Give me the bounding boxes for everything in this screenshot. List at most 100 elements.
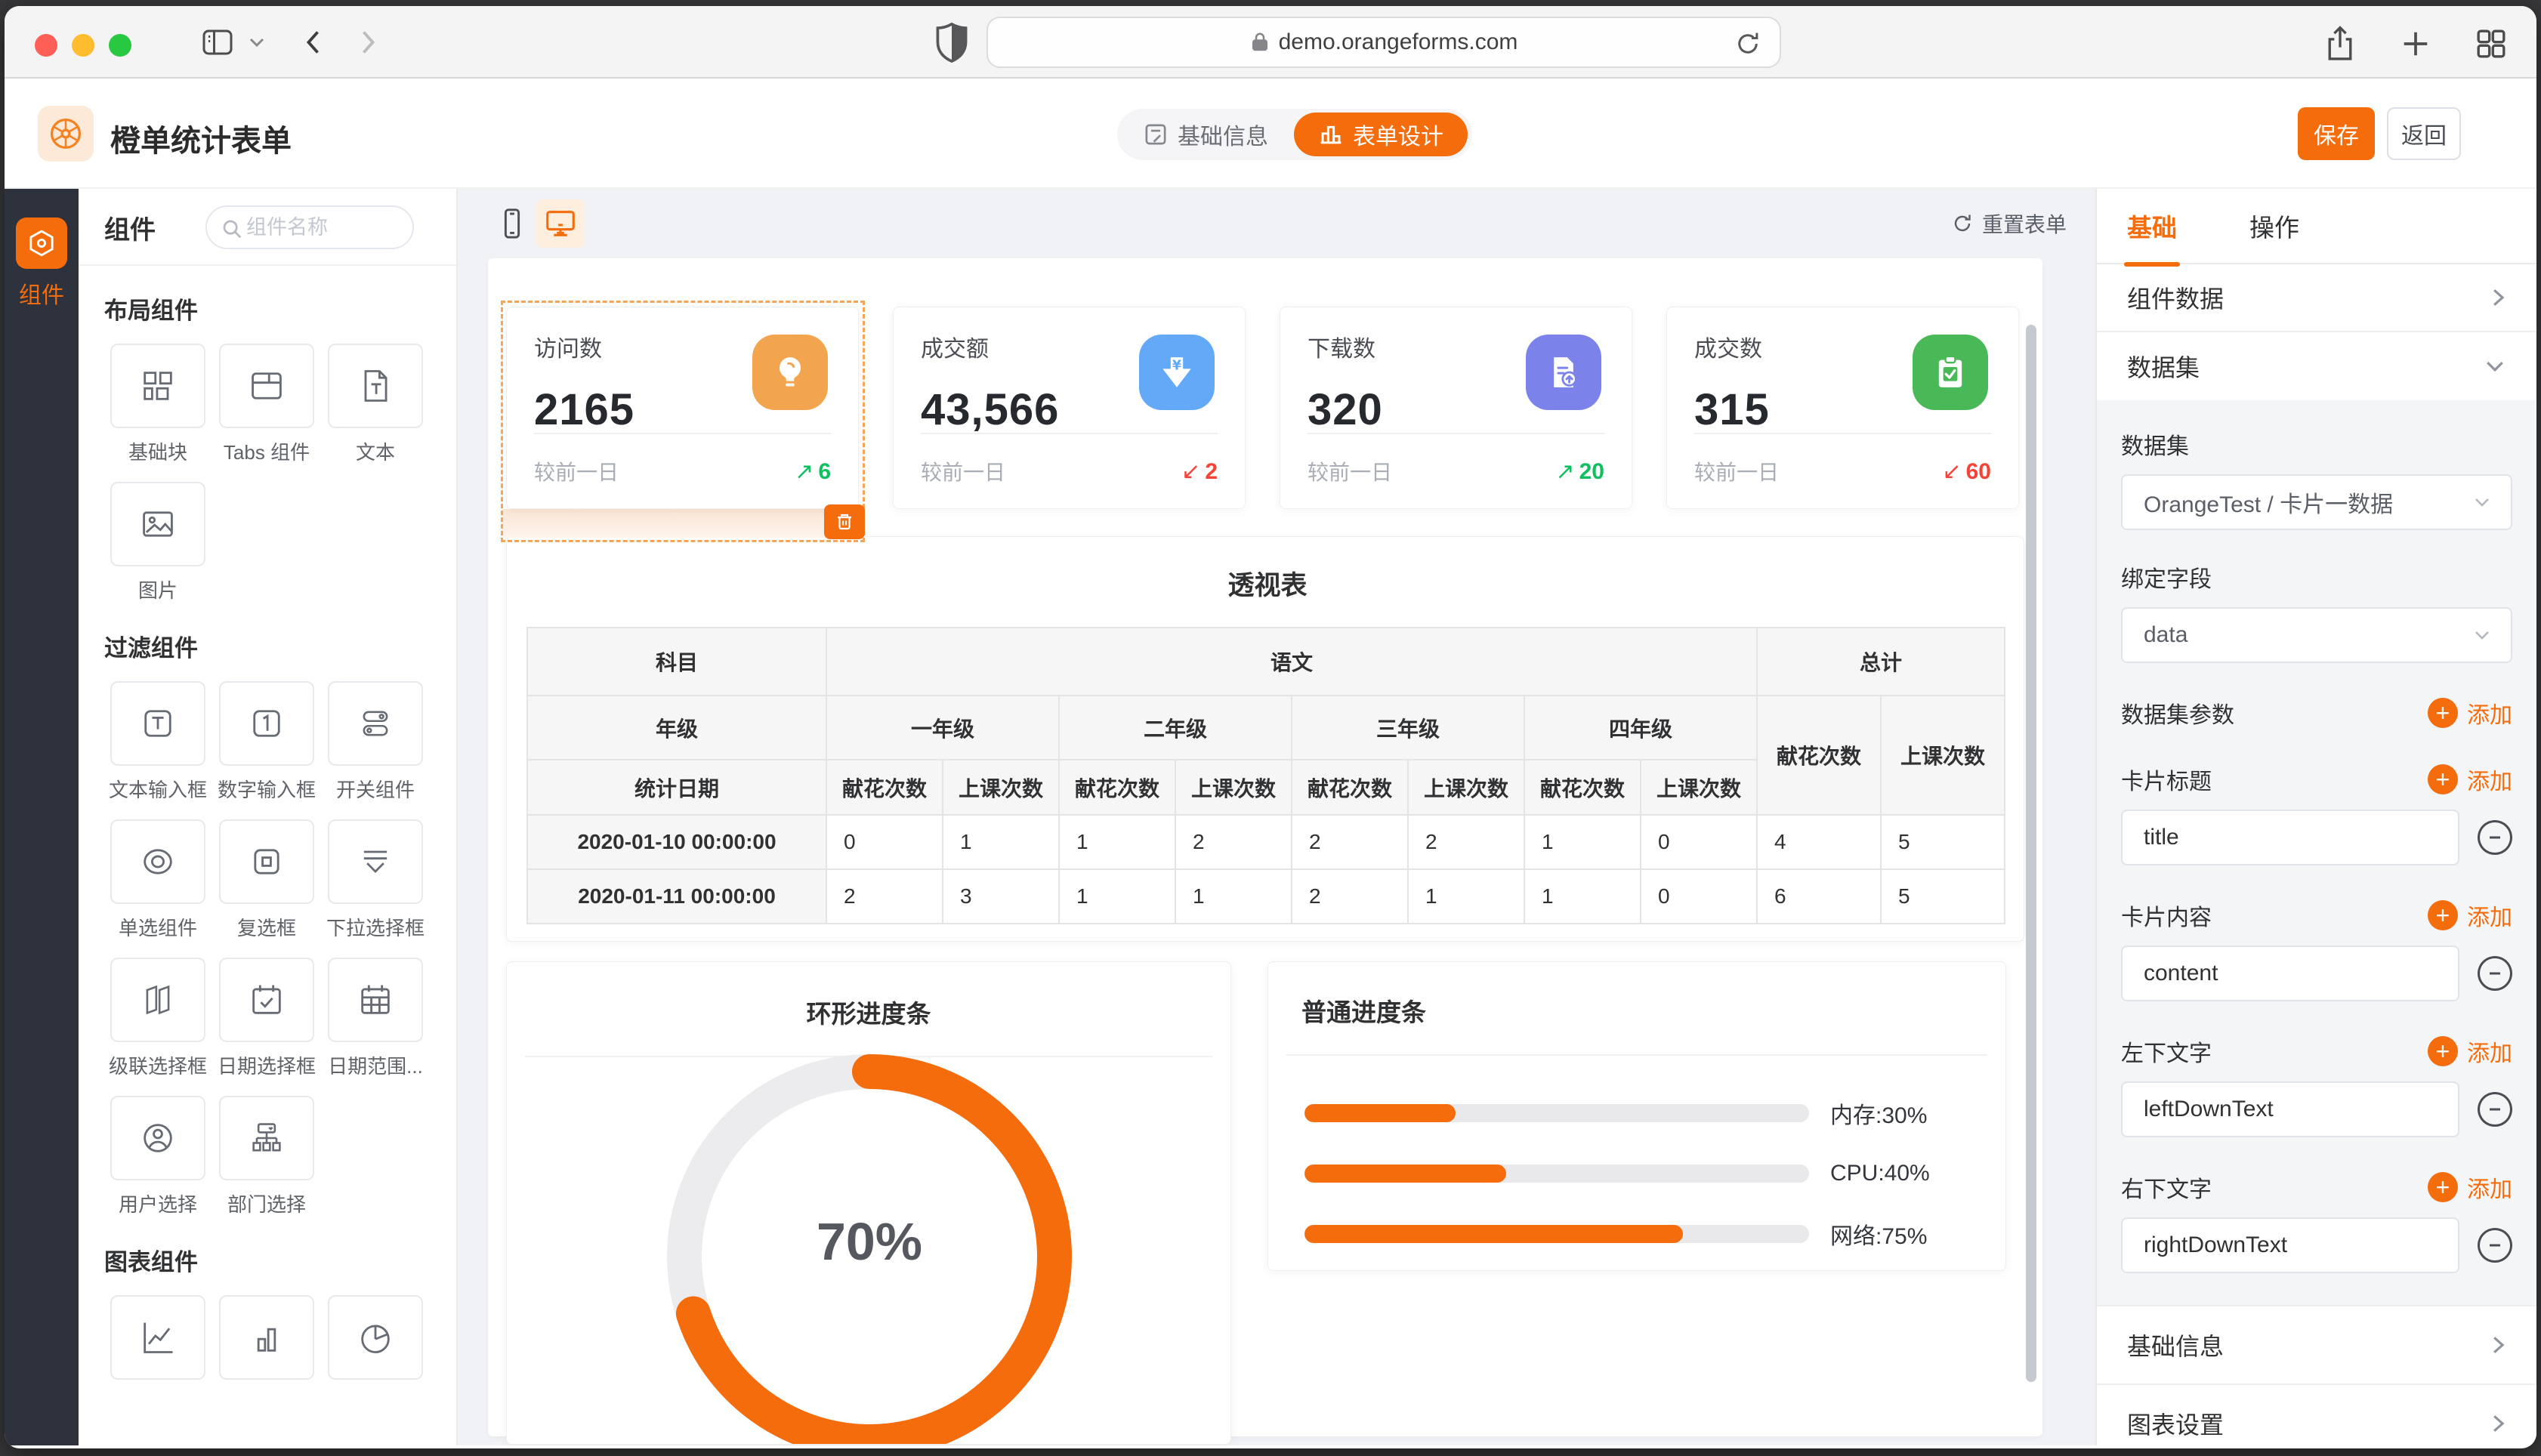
component-select[interactable]: 下拉选择框	[321, 819, 430, 941]
number-input-icon	[247, 704, 286, 743]
component-image[interactable]: 图片	[103, 482, 212, 603]
stat-card-downloads[interactable]: 下载数 320 较前一日 ↗20	[1280, 307, 1632, 509]
back-button[interactable]	[296, 24, 332, 60]
stat-card-visits[interactable]: 访问数 2165 较前一日 ↗6	[506, 307, 859, 509]
component-tabs[interactable]: Tabs 组件	[212, 344, 321, 465]
component-user-select[interactable]: 用户选择	[103, 1096, 212, 1217]
row-component-data[interactable]: 组件数据	[2097, 264, 2536, 332]
stat-card-turnover[interactable]: 成交额 43,566 ¥ 较前一日 ↙2	[893, 307, 1246, 509]
remove-right-down-button[interactable]	[2478, 1228, 2512, 1263]
component-checkbox[interactable]: 复选框	[212, 819, 321, 941]
zoom-window-button[interactable]	[109, 34, 131, 57]
radio-icon	[138, 842, 178, 881]
pivot-table: 科目 语文 总计 年级 一年级 二年级 三年级 四年级 献花次数 上课次数	[526, 627, 2005, 924]
pivot-table-card[interactable]: 透视表 科目 语文 总计 年级 一年级 二年级	[506, 536, 2024, 942]
device-mobile-toggle[interactable]	[488, 199, 536, 248]
pivot-total-header: 总计	[1757, 628, 2005, 696]
component-text-input[interactable]: 文本输入框	[103, 681, 212, 803]
tab-form-design[interactable]: 表单设计	[1294, 113, 1468, 156]
section-title-filter: 过滤组件	[104, 629, 456, 663]
card-content-input[interactable]	[2121, 945, 2459, 1001]
component-bar-chart[interactable]	[212, 1295, 321, 1380]
bind-field-select[interactable]: data	[2121, 607, 2512, 663]
canvas-scrollbar[interactable]	[2026, 325, 2036, 1382]
save-button[interactable]: 保存	[2298, 107, 2375, 160]
chevron-down-icon	[2482, 356, 2508, 376]
bar-chart-icon	[1318, 122, 1344, 147]
form-info-icon	[1143, 122, 1169, 147]
privacy-shield-icon[interactable]	[932, 21, 971, 63]
monitor-icon	[543, 206, 578, 241]
delete-component-button[interactable]	[824, 504, 865, 539]
chevron-down-icon[interactable]	[248, 36, 266, 48]
minimize-window-button[interactable]	[72, 34, 94, 57]
add-left-down-button[interactable]: +添加	[2428, 1035, 2512, 1068]
component-cascader[interactable]: 级联选择框	[103, 958, 212, 1079]
component-pie-chart[interactable]	[321, 1295, 430, 1380]
share-icon[interactable]	[2322, 24, 2358, 63]
add-card-title-button[interactable]: +添加	[2428, 763, 2512, 796]
document-upload-icon	[1526, 335, 1601, 410]
component-basic-block[interactable]: 基础块	[103, 344, 212, 465]
rail-item-components[interactable]	[16, 217, 67, 269]
add-dataset-param-button[interactable]: +添加	[2428, 696, 2512, 730]
remove-card-content-button[interactable]	[2478, 956, 2512, 991]
canvas-toolbar: 重置表单	[458, 189, 2095, 258]
component-number-input[interactable]: 数字输入框	[212, 681, 321, 803]
address-bar[interactable]: demo.orangeforms.com	[986, 17, 1781, 68]
remove-card-title-button[interactable]	[2478, 820, 2512, 855]
svg-text:¥: ¥	[1172, 359, 1181, 374]
tab-basic[interactable]: 基础	[2127, 208, 2177, 244]
sidebar-toggle-icon[interactable]	[199, 24, 236, 60]
dataset-select[interactable]: OrangeTest / 卡片一数据	[2121, 474, 2512, 530]
component-radio[interactable]: 单选组件	[103, 819, 212, 941]
reset-form-button[interactable]: 重置表单	[1950, 208, 2067, 239]
trend-up-value: ↗6	[795, 458, 831, 485]
remove-left-down-button[interactable]	[2478, 1092, 2512, 1127]
url-text: demo.orangeforms.com	[1279, 29, 1518, 55]
stat-card-deals[interactable]: 成交数 315 较前一日 ↙60	[1666, 307, 2019, 509]
section-title-layout: 布局组件	[104, 292, 456, 325]
chevron-right-icon	[2488, 1411, 2508, 1436]
tab-operation[interactable]: 操作	[2249, 208, 2299, 244]
form-canvas[interactable]: 访问数 2165 较前一日 ↗6	[488, 258, 2042, 1436]
right-down-text-input[interactable]	[2121, 1217, 2459, 1273]
card-title-input[interactable]	[2121, 810, 2459, 865]
new-tab-icon[interactable]	[2397, 24, 2434, 63]
component-text[interactable]: 文本	[321, 344, 430, 465]
device-desktop-toggle[interactable]	[536, 199, 585, 248]
add-right-down-button[interactable]: +添加	[2428, 1171, 2512, 1204]
add-card-content-button[interactable]: +添加	[2428, 899, 2512, 932]
row-chart-settings[interactable]: 图表设置	[2097, 1385, 2536, 1448]
back-to-list-button[interactable]: 返回	[2387, 107, 2461, 160]
component-search[interactable]	[205, 205, 414, 249]
left-down-text-row: 左下文字 +添加	[2121, 1035, 2512, 1068]
browser-window: demo.orangeforms.com 橙单统计表单 基础信息	[5, 6, 2536, 1448]
plus-circle-icon: +	[2428, 1036, 2458, 1066]
minus-circle-icon	[2487, 1102, 2502, 1117]
search-icon	[221, 217, 243, 240]
traffic-lights[interactable]	[35, 34, 131, 57]
tabs-layout-icon	[247, 366, 286, 406]
stat-card-downloads-wrapper: 下载数 320 较前一日 ↗20	[1280, 307, 1632, 509]
row-basic-info[interactable]: 基础信息	[2097, 1306, 2536, 1385]
tab-overview-icon[interactable]	[2473, 24, 2509, 63]
ring-progress-card[interactable]: 环形进度条 70%	[506, 961, 1231, 1445]
component-switch[interactable]: 开关组件	[321, 681, 430, 803]
component-date-range[interactable]: 日期范围...	[321, 958, 430, 1079]
component-date-picker[interactable]: 日期选择框	[212, 958, 321, 1079]
close-window-button[interactable]	[35, 34, 57, 57]
yen-download-icon: ¥	[1139, 335, 1215, 410]
search-input[interactable]	[246, 216, 390, 239]
left-down-text-input[interactable]	[2121, 1081, 2459, 1137]
component-dept-select[interactable]: 部门选择	[212, 1096, 321, 1217]
tab-basic-info[interactable]: 基础信息	[1138, 118, 1294, 151]
reload-icon[interactable]	[1733, 29, 1763, 59]
row-dataset-group[interactable]: 数据集	[2097, 332, 2536, 400]
dataset-settings-group: 数据集 OrangeTest / 卡片一数据 绑定字段 data 数据集参数 +…	[2097, 400, 2536, 1306]
progress-bars-card[interactable]: 普通进度条 内存:30% CPU:40%	[1267, 961, 2006, 1271]
forward-button[interactable]	[349, 24, 385, 60]
inspector-panel: 基础 操作 组件数据 数据集 数据集 OrangeTest / 卡片一数据	[2095, 189, 2536, 1445]
dataset-params-row: 数据集参数 +添加	[2121, 696, 2512, 730]
component-line-chart[interactable]	[103, 1295, 212, 1380]
